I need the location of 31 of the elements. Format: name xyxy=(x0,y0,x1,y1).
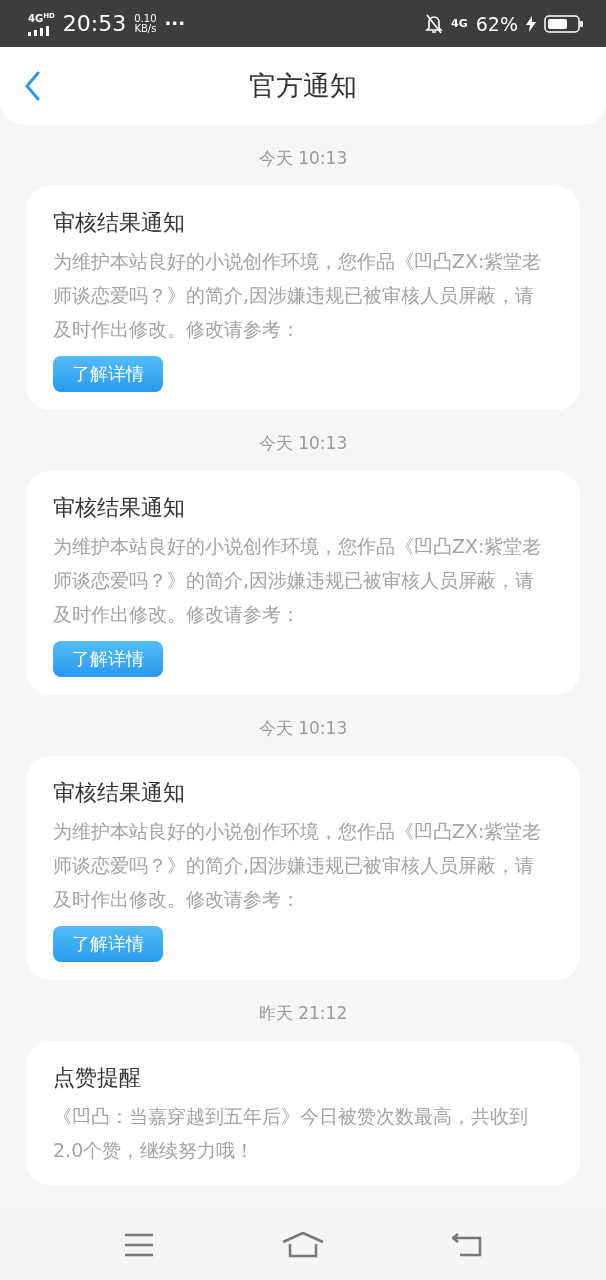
battery-icon xyxy=(544,14,584,33)
details-button[interactable]: 了解详情 xyxy=(53,356,163,392)
speed-value: 0.10 xyxy=(134,13,157,24)
clock: 20:53 xyxy=(62,11,127,36)
notification-title: 点赞提醒 xyxy=(53,1064,142,1092)
network-label: 4G$^{HD}$ xyxy=(28,11,55,25)
notification-text: 为维护本站良好的小说创作环境，您作品《凹凸ZX:紫堂老师谈恋爱吗？》的简介,因涉嫌违规已被审核人员屏蔽，请及时作出修改。修改请参考： xyxy=(53,819,543,912)
notification-title: 审核结果通知 xyxy=(53,494,186,522)
timestamp: 今天 10:13 xyxy=(257,432,349,455)
data-label: 4G xyxy=(451,17,468,30)
speed-unit: KB/s xyxy=(134,23,157,34)
notification-text: 《凹凸：当嘉穿越到五年后》今日被赞次数最高，共收到2.0个赞，继续努力哦！ xyxy=(53,1104,529,1163)
notification-text: 为维护本站良好的小说创作环境，您作品《凹凸ZX:紫堂老师谈恋爱吗？》的简介,因涉嫌违规已被审核人员屏蔽，请及时作出修改。修改请参考： xyxy=(53,249,543,342)
menu-icon[interactable] xyxy=(124,1233,154,1257)
page-title: 官方通知 xyxy=(249,69,357,103)
home-icon[interactable] xyxy=(282,1232,324,1258)
notification-text: 为维护本站良好的小说创作环境，您作品《凹凸ZX:紫堂老师谈恋爱吗？》的简介,因涉嫌违规已被审核人员屏蔽，请及时作出修改。修改请参考： xyxy=(53,534,543,627)
bell-muted-icon xyxy=(425,13,444,34)
details-button[interactable]: 了解详情 xyxy=(53,926,163,962)
details-button[interactable]: 了解详情 xyxy=(53,641,163,677)
timestamp: 昨天 21:12 xyxy=(257,1002,349,1025)
notification-title: 审核结果通知 xyxy=(53,779,186,807)
battery-percent: 62% xyxy=(475,12,518,35)
notification-title: 审核结果通知 xyxy=(53,209,186,237)
timestamp: 今天 10:13 xyxy=(257,147,349,170)
timestamp: 今天 10:13 xyxy=(257,717,349,740)
bolt-icon xyxy=(526,15,536,32)
more-indicator: ··· xyxy=(164,13,186,34)
signal-icon xyxy=(28,25,50,36)
back-icon[interactable] xyxy=(24,71,40,101)
back-nav-icon[interactable] xyxy=(452,1233,482,1257)
